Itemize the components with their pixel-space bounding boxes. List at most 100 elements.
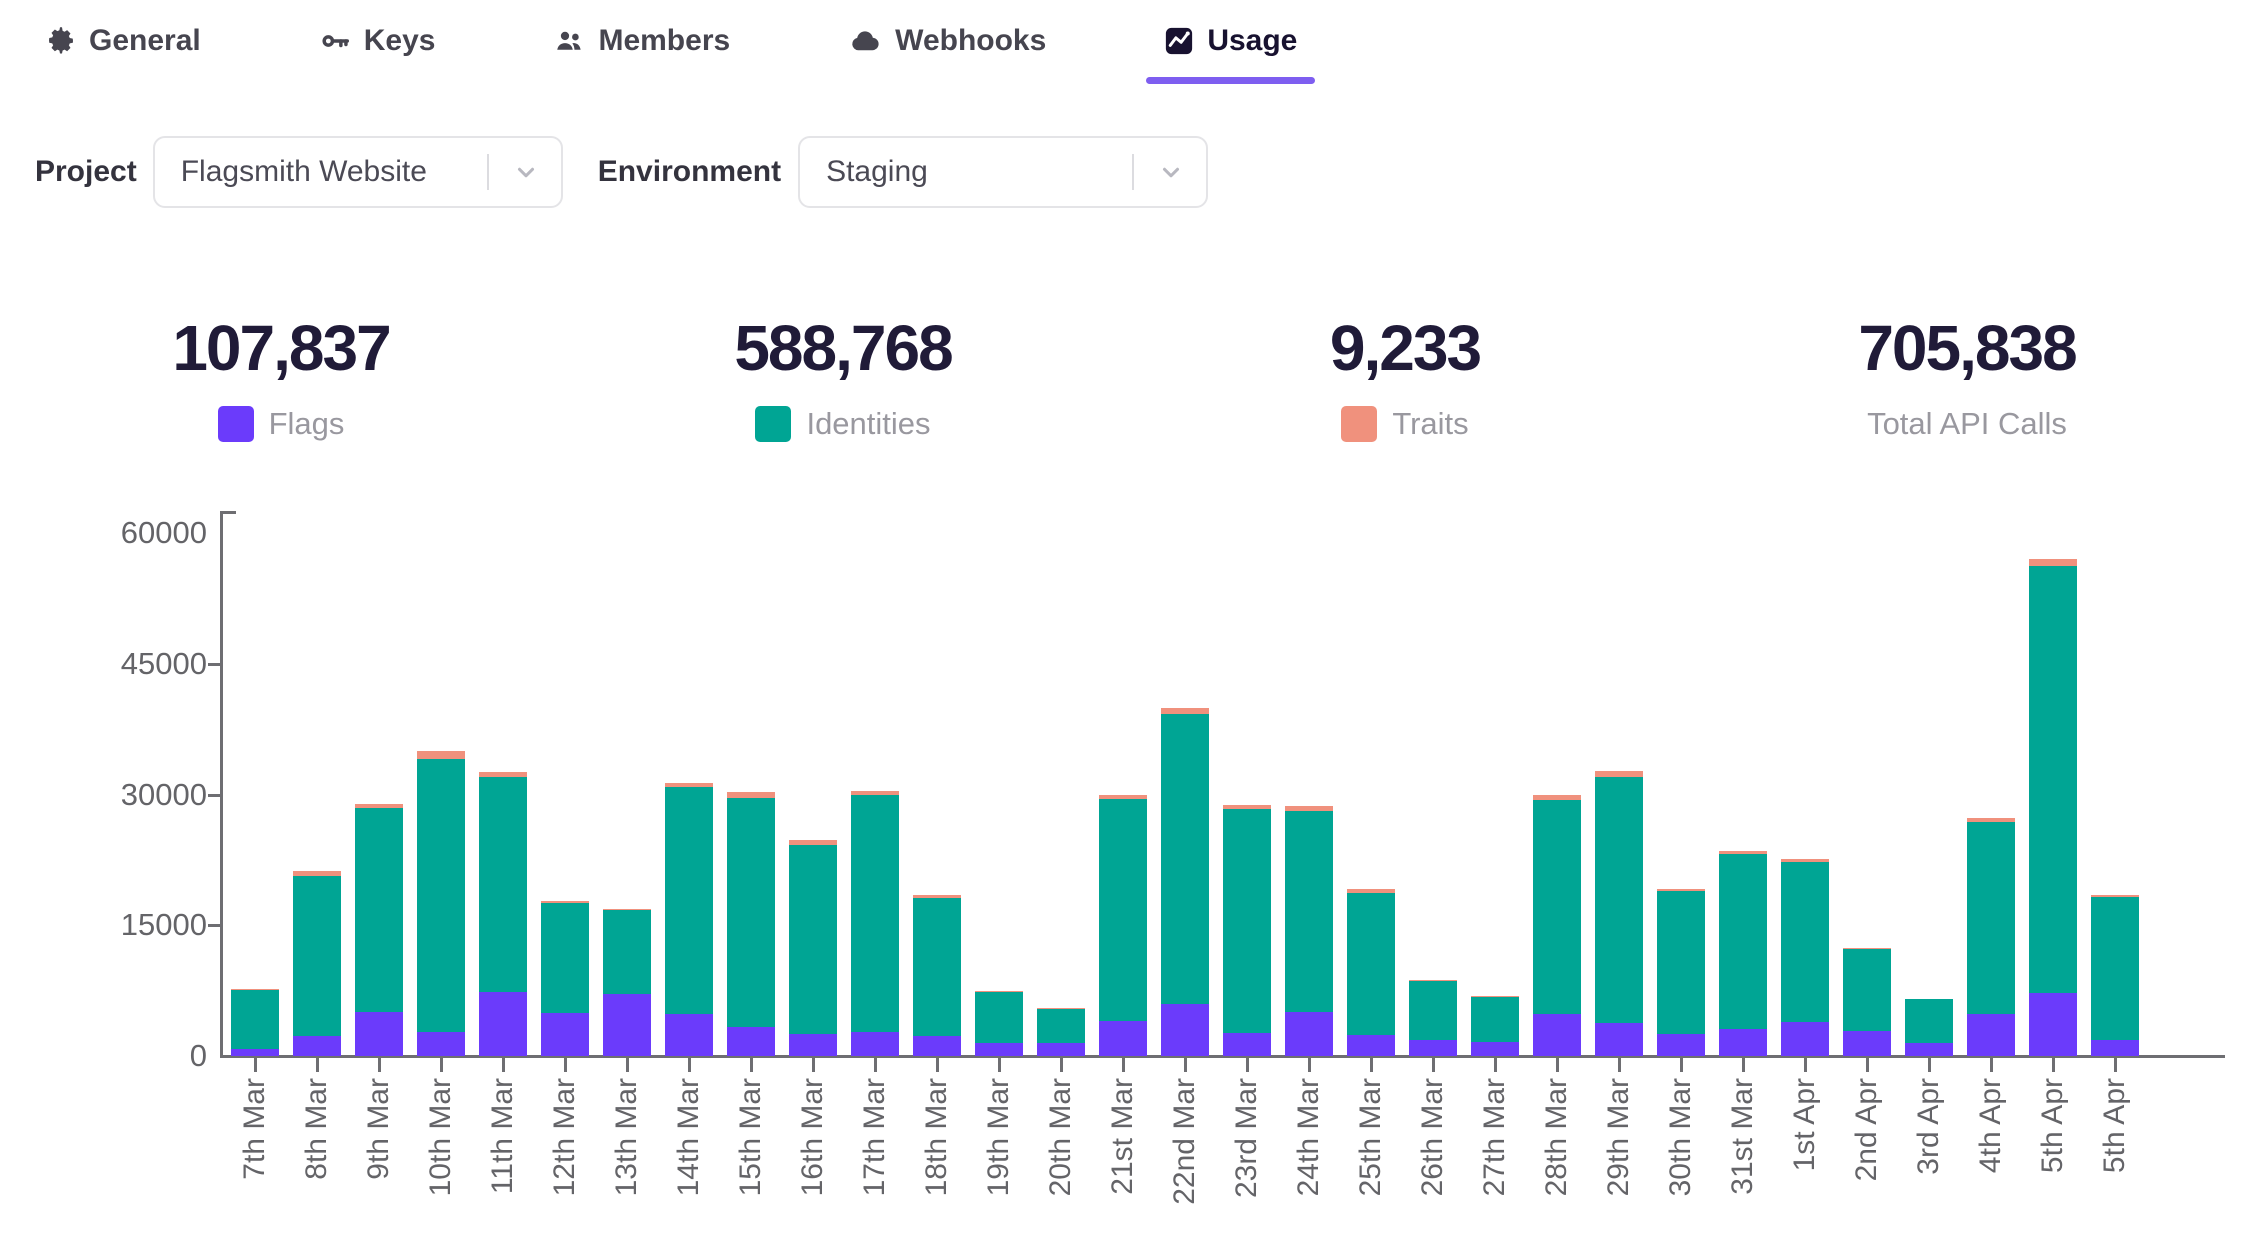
bar-segment-flags bbox=[1409, 1040, 1457, 1056]
x-axis-tick bbox=[293, 1058, 341, 1072]
environment-select[interactable]: Staging bbox=[798, 136, 1208, 208]
x-axis-label: 19th Mar bbox=[975, 1078, 1023, 1248]
x-axis-label: 13th Mar bbox=[603, 1078, 651, 1248]
project-select-value: Flagsmith Website bbox=[155, 155, 427, 189]
x-axis-tick bbox=[1533, 1058, 1581, 1072]
bar-segment-flags bbox=[541, 1013, 589, 1056]
bar-3rd-apr bbox=[1905, 533, 1953, 1056]
x-axis-tick bbox=[665, 1058, 713, 1072]
stat-label: Identities bbox=[806, 406, 930, 442]
stat-value: 588,768 bbox=[734, 316, 951, 380]
bar-13th-mar bbox=[603, 533, 651, 1056]
x-axis-label: 28th Mar bbox=[1533, 1078, 1581, 1248]
stat-label: Flags bbox=[269, 406, 345, 442]
bar-segment-identities bbox=[1595, 777, 1643, 1023]
bar-segment-identities bbox=[479, 777, 527, 991]
x-axis-tick bbox=[1967, 1058, 2015, 1072]
tab-label: Members bbox=[598, 24, 730, 58]
chevron-down-icon bbox=[1158, 159, 1184, 185]
bar-5th-apr bbox=[2029, 533, 2077, 1056]
x-axis-label: 5th Apr bbox=[2091, 1078, 2139, 1248]
bar-segment-identities bbox=[1285, 811, 1333, 1012]
x-axis-label: 3rd Apr bbox=[1905, 1078, 1953, 1248]
bar-segment-traits bbox=[417, 751, 465, 759]
members-icon bbox=[553, 25, 585, 57]
bar-30th-mar bbox=[1657, 533, 1705, 1056]
filters-row: Project Flagsmith Website Environment St… bbox=[35, 134, 1208, 210]
bar-16th-mar bbox=[789, 533, 837, 1056]
x-axis-tick bbox=[1595, 1058, 1643, 1072]
stat-value: 9,233 bbox=[1330, 316, 1480, 380]
bar-segment-flags bbox=[1657, 1034, 1705, 1056]
x-axis-tick bbox=[1037, 1058, 1085, 1072]
select-divider bbox=[487, 154, 489, 190]
bar-segment-flags bbox=[1595, 1023, 1643, 1056]
stat-label: Traits bbox=[1392, 406, 1468, 442]
select-divider bbox=[1132, 154, 1134, 190]
tab-general[interactable]: General bbox=[46, 18, 201, 64]
x-axis-tick bbox=[417, 1058, 465, 1072]
bar-segment-identities bbox=[1843, 949, 1891, 1031]
identities-swatch bbox=[755, 406, 791, 442]
x-axis-tick bbox=[975, 1058, 1023, 1072]
x-axis-tick bbox=[913, 1058, 961, 1072]
y-axis-label: 0 bbox=[40, 1039, 207, 1073]
x-axis-label: 25th Mar bbox=[1347, 1078, 1395, 1248]
stat-identities: 588,768 Identities bbox=[562, 316, 1124, 442]
x-axis-label: 14th Mar bbox=[665, 1078, 713, 1248]
bar-18th-mar bbox=[913, 533, 961, 1056]
x-axis-label: 7th Mar bbox=[231, 1078, 279, 1248]
stat-value: 107,837 bbox=[172, 316, 389, 380]
bar-segment-identities bbox=[1161, 714, 1209, 1004]
bar-segment-identities bbox=[1099, 799, 1147, 1021]
x-axis-labels: 7th Mar8th Mar9th Mar10th Mar11th Mar12t… bbox=[231, 1078, 2139, 1248]
y-axis-label: 15000 bbox=[40, 908, 207, 942]
project-select[interactable]: Flagsmith Website bbox=[153, 136, 563, 208]
x-axis-tick bbox=[789, 1058, 837, 1072]
bar-segment-flags bbox=[1781, 1022, 1829, 1056]
x-axis-tick bbox=[541, 1058, 589, 1072]
x-axis-label: 22nd Mar bbox=[1161, 1078, 1209, 1248]
bar-segment-flags bbox=[1471, 1042, 1519, 1056]
bar-25th-mar bbox=[1347, 533, 1395, 1056]
bar-24th-mar bbox=[1285, 533, 1333, 1056]
bar-10th-mar bbox=[417, 533, 465, 1056]
bar-19th-mar bbox=[975, 533, 1023, 1056]
x-axis-label: 23rd Mar bbox=[1223, 1078, 1271, 1248]
bar-11th-mar bbox=[479, 533, 527, 1056]
x-axis-label: 20th Mar bbox=[1037, 1078, 1085, 1248]
x-axis-tick bbox=[1099, 1058, 1147, 1072]
x-axis-label: 31st Mar bbox=[1719, 1078, 1767, 1248]
tab-usage[interactable]: Usage bbox=[1164, 18, 1297, 64]
gear-icon bbox=[46, 26, 76, 56]
tab-keys[interactable]: Keys bbox=[319, 18, 436, 64]
bar-22nd-mar bbox=[1161, 533, 1209, 1056]
x-axis-label: 8th Mar bbox=[293, 1078, 341, 1248]
bar-segment-flags bbox=[479, 992, 527, 1057]
x-axis-label: 5th Apr bbox=[2029, 1078, 2077, 1248]
x-axis-tick bbox=[1161, 1058, 1209, 1072]
bar-segment-identities bbox=[293, 876, 341, 1035]
tab-members[interactable]: Members bbox=[553, 18, 730, 64]
bar-segment-identities bbox=[1409, 981, 1457, 1040]
tab-webhooks[interactable]: Webhooks bbox=[848, 18, 1046, 64]
usage-chart: 015000300004500060000 7th Mar8th Mar9th … bbox=[0, 533, 2248, 1056]
bar-segment-identities bbox=[231, 990, 279, 1049]
tab-bar: General Keys Members Webhooks Usage bbox=[46, 18, 1297, 64]
traits-swatch bbox=[1341, 406, 1377, 442]
x-axis-tick bbox=[727, 1058, 775, 1072]
x-axis-tick bbox=[355, 1058, 403, 1072]
stat-flags: 107,837 Flags bbox=[0, 316, 562, 442]
flags-swatch bbox=[218, 406, 254, 442]
bar-7th-mar bbox=[231, 533, 279, 1056]
x-axis-tick bbox=[2029, 1058, 2077, 1072]
bar-segment-flags bbox=[417, 1032, 465, 1056]
bar-segment-flags bbox=[1347, 1035, 1395, 1056]
bar-segment-flags bbox=[293, 1036, 341, 1056]
environment-select-value: Staging bbox=[800, 155, 928, 189]
usage-settings-page: General Keys Members Webhooks Usage bbox=[0, 0, 2248, 1252]
bar-23rd-mar bbox=[1223, 533, 1271, 1056]
y-axis-label: 45000 bbox=[40, 647, 207, 681]
environment-label: Environment bbox=[598, 155, 781, 189]
bar-segment-identities bbox=[1781, 862, 1829, 1022]
